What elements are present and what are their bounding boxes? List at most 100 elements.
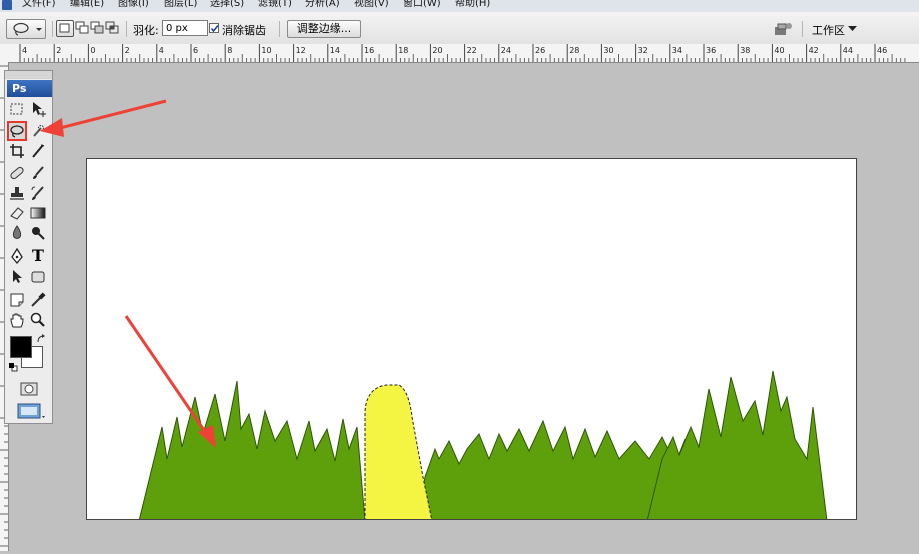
workspace-label[interactable]: 工作区 (812, 22, 845, 38)
crop-tool[interactable] (8, 142, 26, 160)
lasso-tool[interactable] (7, 121, 27, 141)
foreground-color-swatch[interactable] (10, 336, 32, 358)
ruler-label: 8 (227, 46, 232, 55)
eyedropper-icon (31, 292, 46, 307)
hand-tool[interactable] (8, 311, 26, 329)
eyedropper-tool[interactable] (29, 291, 47, 309)
antialias-label: 消除锯齿 (222, 24, 266, 37)
blur-tool[interactable] (8, 224, 26, 242)
screen-mode-button[interactable] (15, 402, 45, 420)
divider (279, 21, 280, 37)
add-selection-mode-button[interactable] (74, 20, 90, 35)
selection-shape (364, 384, 433, 519)
ruler-label: 2 (125, 46, 130, 55)
ruler-label: 32 (638, 46, 648, 55)
menu-analysis[interactable]: 分析(A) (305, 0, 340, 10)
add-selection-icon (75, 21, 89, 34)
new-selection-mode-button[interactable] (56, 20, 74, 37)
dodge-icon (32, 227, 45, 240)
healing-brush-tool[interactable] (8, 164, 26, 182)
pen-tool[interactable] (8, 247, 26, 265)
subtract-selection-icon (90, 21, 104, 34)
menu-help[interactable]: 帮助(H) (455, 0, 490, 10)
intersect-selection-icon (105, 21, 119, 34)
ruler-label: 38 (740, 46, 750, 55)
tool-preset-picker[interactable] (6, 19, 46, 39)
marquee-tool[interactable] (8, 100, 26, 118)
dodge-tool[interactable] (29, 224, 47, 242)
divider (126, 21, 127, 37)
ruler-label: 14 (330, 46, 340, 55)
bridge-icon (775, 23, 792, 35)
photoshop-logo: Ps (7, 80, 52, 97)
hand-icon (10, 313, 24, 328)
path-selection-tool[interactable] (8, 268, 26, 286)
intersect-selection-mode-button[interactable] (104, 20, 120, 35)
ruler-label: 24 (501, 46, 511, 55)
type-tool[interactable]: T (29, 247, 47, 265)
menu-window[interactable]: 窗口(W) (403, 0, 441, 10)
document-canvas[interactable] (86, 158, 857, 520)
photoshop-app-icon (2, 0, 12, 10)
panel-grip[interactable] (5, 71, 52, 79)
brush-tool[interactable] (29, 164, 47, 182)
bandage-icon (10, 166, 24, 180)
history-brush-tool[interactable] (29, 184, 47, 202)
screen-mode-icon (17, 403, 45, 419)
ruler-label: 42 (809, 46, 819, 55)
tools-panel: Ps T (4, 70, 53, 424)
ruler-label: 36 (706, 46, 716, 55)
crop-icon (10, 144, 24, 158)
bridge-button[interactable] (772, 20, 796, 38)
quick-mask-icon (20, 382, 38, 396)
ruler-label: 26 (535, 46, 545, 55)
lasso-icon (10, 125, 24, 138)
gradient-tool[interactable] (29, 204, 47, 222)
stamp-icon (10, 187, 24, 200)
path-arrow-icon (13, 270, 22, 283)
zoom-tool[interactable] (29, 311, 47, 329)
subtract-selection-mode-button[interactable] (89, 20, 105, 35)
ruler-label: 0 (90, 46, 95, 55)
tool-options-bar: 羽化: 消除锯齿 调整边缘... 工作区 (0, 12, 919, 45)
annotation-arrow-toolbox (59, 99, 167, 130)
quick-mask-button[interactable] (19, 381, 39, 397)
ruler-label: 30 (603, 46, 613, 55)
clone-stamp-tool[interactable] (8, 184, 26, 202)
horizontal-ruler: 4 2 0 2 4 6 8 10 12 14 16 18 20 22 24 26 28 30 32 34 36 38 40 4… (0, 44, 919, 63)
menu-layer[interactable]: 图层(L) (164, 0, 197, 10)
ruler-ticks: 4 2 0 2 4 6 8 10 12 14 16 18 20 22 24 26 28 30 32 34 36 38 40 4… (19, 44, 906, 62)
grass-right (646, 370, 828, 519)
quick-selection-icon (33, 125, 44, 137)
ruler-label: 6 (193, 46, 198, 55)
divider (52, 21, 53, 37)
feather-input[interactable] (162, 20, 208, 36)
antialias-checkbox[interactable] (209, 23, 219, 33)
menu-filter[interactable]: 滤镜(T) (258, 0, 292, 10)
menu-edit[interactable]: 编辑(E) (70, 0, 104, 10)
default-colors-icon[interactable] (8, 362, 18, 372)
ruler-label: 22 (467, 46, 477, 55)
notes-tool[interactable] (8, 291, 26, 309)
menu-view[interactable]: 视图(V) (354, 0, 389, 10)
ruler-label: 28 (569, 46, 579, 55)
chevron-down-icon[interactable] (848, 26, 857, 32)
menu-image[interactable]: 图像(I) (118, 0, 149, 10)
gradient-icon (30, 207, 46, 219)
eraser-tool[interactable] (8, 204, 26, 222)
ruler-label: 44 (843, 46, 853, 55)
slice-tool[interactable] (29, 142, 47, 160)
divider (802, 21, 803, 37)
menu-file[interactable]: 文件(F) (22, 0, 56, 10)
ruler-label: 12 (296, 46, 306, 55)
ruler-label: 4 (22, 46, 27, 55)
swap-colors-icon[interactable] (36, 334, 46, 344)
blur-icon (12, 225, 22, 239)
menu-select[interactable]: 选择(S) (210, 0, 244, 10)
quick-selection-tool[interactable] (29, 122, 47, 140)
ruler-label: 20 (432, 46, 442, 55)
new-selection-icon (59, 23, 70, 33)
shape-tool[interactable] (29, 268, 47, 286)
refine-edge-button[interactable]: 调整边缘... (287, 20, 361, 38)
move-tool[interactable] (29, 100, 47, 118)
